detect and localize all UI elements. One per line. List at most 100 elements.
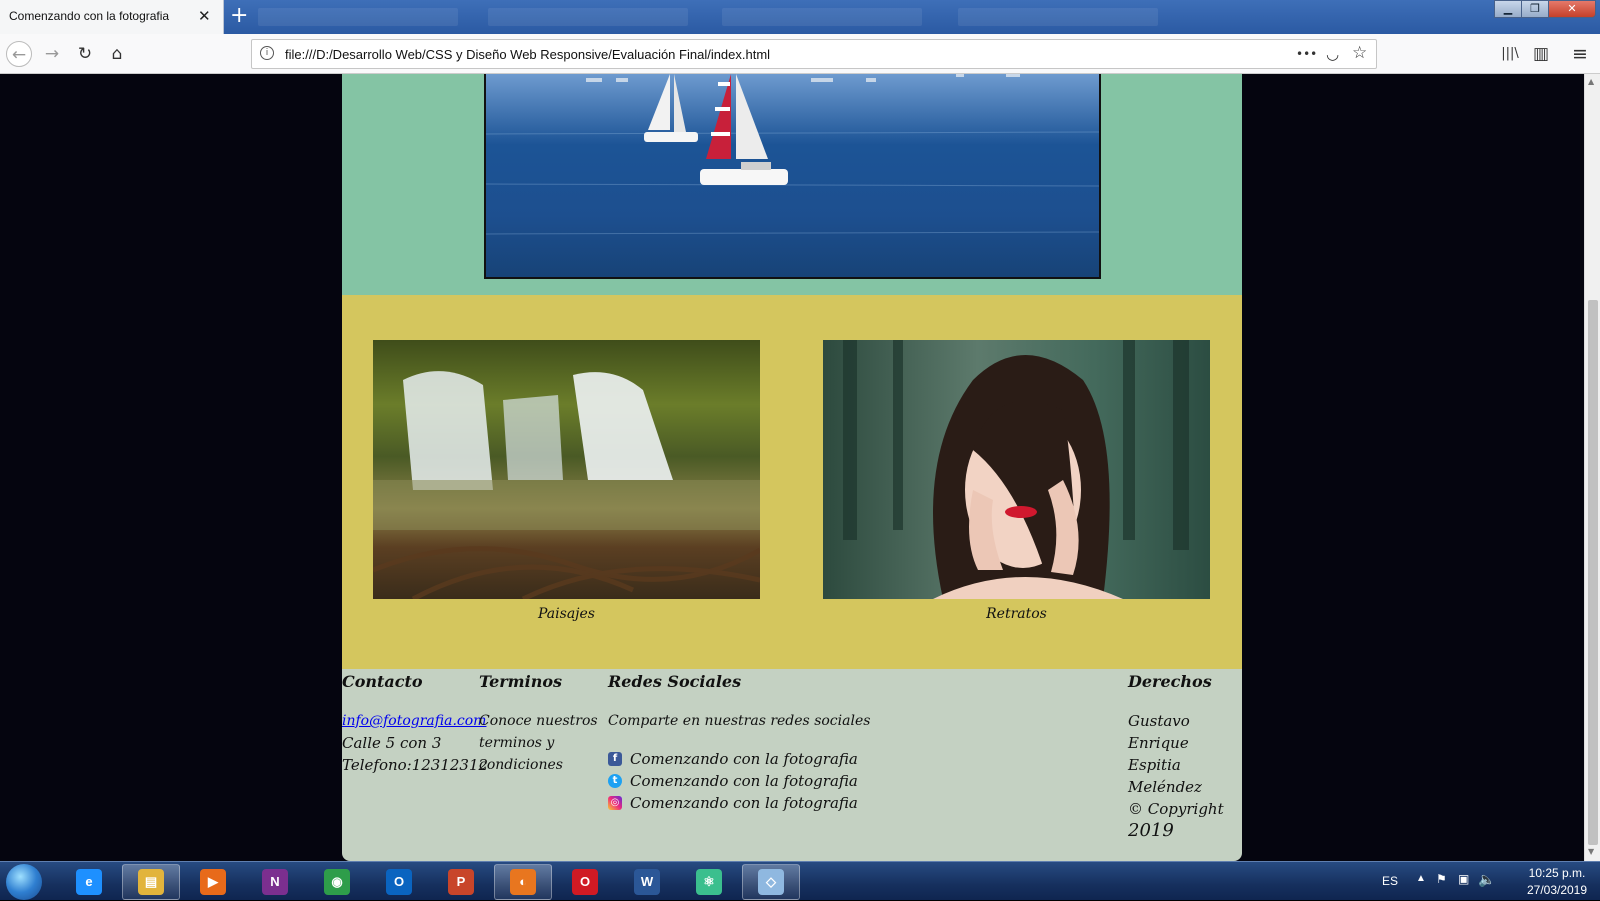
- footer-contact-column: Contacto info@fotografia.com Calle 5 con…: [342, 669, 489, 776]
- social-link-label: Comenzando con la fotografia: [630, 772, 858, 790]
- app-window-icon: ◇: [758, 869, 784, 895]
- scroll-up-icon[interactable]: ▲: [1588, 77, 1594, 86]
- site-info-icon[interactable]: i: [260, 46, 274, 60]
- outlook-icon: O: [386, 869, 412, 895]
- social-link-label: Comenzando con la fotografia: [630, 794, 858, 812]
- show-hidden-icons[interactable]: ▲: [1416, 873, 1426, 884]
- url-text[interactable]: file:///D:/Desarrollo Web/CSS y Diseño W…: [285, 47, 770, 62]
- portrait-photo[interactable]: [823, 340, 1210, 599]
- instagram-icon: ◎: [608, 796, 622, 810]
- taskbar-app-word[interactable]: W: [618, 864, 676, 900]
- footer-rights-column: Derechos Gustavo Enrique Espitia Melénde…: [1128, 669, 1242, 842]
- start-button[interactable]: [6, 864, 42, 900]
- background-tab[interactable]: [488, 8, 688, 26]
- terms-text: Conoce nuestros terminos y condiciones: [479, 713, 598, 773]
- window-close-button[interactable]: ✕: [1548, 0, 1596, 18]
- onenote-icon: N: [262, 869, 288, 895]
- address-bar[interactable]: i file:///D:/Desarrollo Web/CSS y Diseño…: [251, 39, 1377, 69]
- hero-section: [342, 74, 1242, 295]
- pocket-icon[interactable]: ◡: [1326, 45, 1339, 63]
- active-tab[interactable]: Comenzando con la fotografia ✕: [0, 0, 224, 34]
- menu-icon[interactable]: ≡: [1567, 41, 1593, 67]
- taskbar-app-media-player[interactable]: ▶: [184, 864, 242, 900]
- background-tab[interactable]: [258, 8, 458, 26]
- maximize-button[interactable]: ❐: [1521, 0, 1549, 18]
- taskbar-app-firefox[interactable]: ◐: [494, 864, 552, 900]
- taskbar-app-onenote[interactable]: N: [246, 864, 304, 900]
- firefox-icon: ◐: [510, 869, 536, 895]
- footer-heading: Redes Sociales: [608, 672, 742, 691]
- social-link-label: Comenzando con la fotografia: [630, 750, 858, 768]
- library-icon[interactable]: |||\: [1497, 41, 1523, 67]
- new-tab-button[interactable]: +: [230, 3, 248, 28]
- forward-button[interactable]: →: [39, 41, 65, 67]
- rights-name: Espitia: [1128, 756, 1181, 774]
- chrome-icon: ◉: [324, 869, 350, 895]
- footer-heading: Contacto: [342, 672, 423, 691]
- minimize-button[interactable]: ▁: [1494, 0, 1522, 18]
- page-footer: Contacto info@fotografia.com Calle 5 con…: [342, 669, 1242, 861]
- gallery-section: Paisajes Retratos: [342, 295, 1242, 669]
- home-button[interactable]: ⌂: [104, 41, 130, 67]
- background-tab[interactable]: [958, 8, 1158, 26]
- footer-heading: Terminos: [479, 672, 562, 691]
- twitter-icon: t: [608, 774, 622, 788]
- windows-taskbar: e ▤ ▶ N ◉ O P ◐ O W ⚛ ◇ ES ▲ ⚑ ▣ 🔈 10:25 p.m. 27/03…: [0, 861, 1600, 900]
- word-icon: W: [634, 869, 660, 895]
- contact-phone: Telefono:12312312: [342, 756, 489, 774]
- media-player-icon: ▶: [200, 869, 226, 895]
- volume-icon[interactable]: 🔈: [1478, 871, 1495, 888]
- atom-icon: ⚛: [696, 869, 722, 895]
- tab-close-icon[interactable]: ✕: [198, 7, 211, 25]
- back-button[interactable]: ←: [6, 41, 32, 67]
- social-intro: Comparte en nuestras redes sociales: [608, 713, 871, 729]
- facebook-icon: f: [608, 752, 622, 766]
- copyright-text: © Copyright: [1128, 800, 1224, 818]
- network-icon[interactable]: ▣: [1458, 872, 1469, 886]
- sailboats-photo: [484, 74, 1101, 279]
- social-link-twitter[interactable]: t Comenzando con la fotografia: [608, 770, 898, 792]
- language-indicator[interactable]: ES: [1382, 874, 1398, 888]
- waterfall-photo[interactable]: [373, 340, 760, 599]
- rights-name: Meléndez: [1128, 778, 1202, 796]
- rights-name: Gustavo Enrique: [1128, 712, 1190, 752]
- footer-social-column: Redes Sociales Comparte en nuestras rede…: [608, 669, 898, 814]
- social-link-facebook[interactable]: f Comenzando con la fotografia: [608, 748, 898, 770]
- page-content: Paisajes Retratos Contacto info@fotograf…: [342, 74, 1242, 861]
- clock-time[interactable]: 10:25 p.m.: [1518, 866, 1596, 880]
- taskbar-app-opera[interactable]: O: [556, 864, 614, 900]
- footer-heading: Derechos: [1128, 672, 1212, 691]
- taskbar-app-file-explorer[interactable]: ▤: [122, 864, 180, 900]
- sailboats-illustration: [486, 74, 1099, 235]
- copyright-year: 2019: [1128, 820, 1174, 841]
- social-link-instagram[interactable]: ◎ Comenzando con la fotografia: [608, 792, 898, 814]
- portrait-illustration: [843, 340, 1189, 599]
- taskbar-app-powerpoint[interactable]: P: [432, 864, 490, 900]
- scroll-thumb[interactable]: [1588, 300, 1598, 845]
- vertical-scrollbar[interactable]: ▲ ▼: [1584, 74, 1600, 861]
- reload-button[interactable]: ↻: [72, 41, 98, 67]
- clock-date[interactable]: 27/03/2019: [1518, 883, 1596, 897]
- powerpoint-icon: P: [448, 869, 474, 895]
- contact-address: Calle 5 con 3: [342, 734, 442, 752]
- page-actions-icon[interactable]: •••: [1296, 47, 1317, 61]
- navigation-toolbar: ← → ↻ ⌂ i file:///D:/Desarrollo Web/CSS …: [0, 34, 1600, 74]
- tab-strip: Comenzando con la fotografia ✕ + ▁ ❐ ✕: [0, 0, 1600, 34]
- opera-icon: O: [572, 869, 598, 895]
- taskbar-app-app-window[interactable]: ◇: [742, 864, 800, 900]
- file-explorer-icon: ▤: [138, 869, 164, 895]
- internet-explorer-icon: e: [76, 869, 102, 895]
- taskbar-app-internet-explorer[interactable]: e: [60, 864, 118, 900]
- sidebar-icon[interactable]: ▥: [1528, 41, 1554, 67]
- taskbar-app-outlook[interactable]: O: [370, 864, 428, 900]
- gallery-caption: Paisajes: [538, 606, 595, 622]
- system-tray: ES ▲ ⚑ ▣ 🔈 10:25 p.m. 27/03/2019: [1370, 862, 1600, 901]
- contact-email-link[interactable]: info@fotografia.com: [342, 710, 486, 732]
- taskbar-app-chrome[interactable]: ◉: [308, 864, 366, 900]
- footer-terms-column: Terminos Conoce nuestros terminos y cond…: [479, 669, 609, 776]
- background-tab[interactable]: [722, 8, 922, 26]
- scroll-down-icon[interactable]: ▼: [1588, 847, 1594, 856]
- action-center-flag-icon[interactable]: ⚑: [1436, 872, 1447, 886]
- taskbar-app-atom[interactable]: ⚛: [680, 864, 738, 900]
- bookmark-star-icon[interactable]: ☆: [1352, 43, 1367, 63]
